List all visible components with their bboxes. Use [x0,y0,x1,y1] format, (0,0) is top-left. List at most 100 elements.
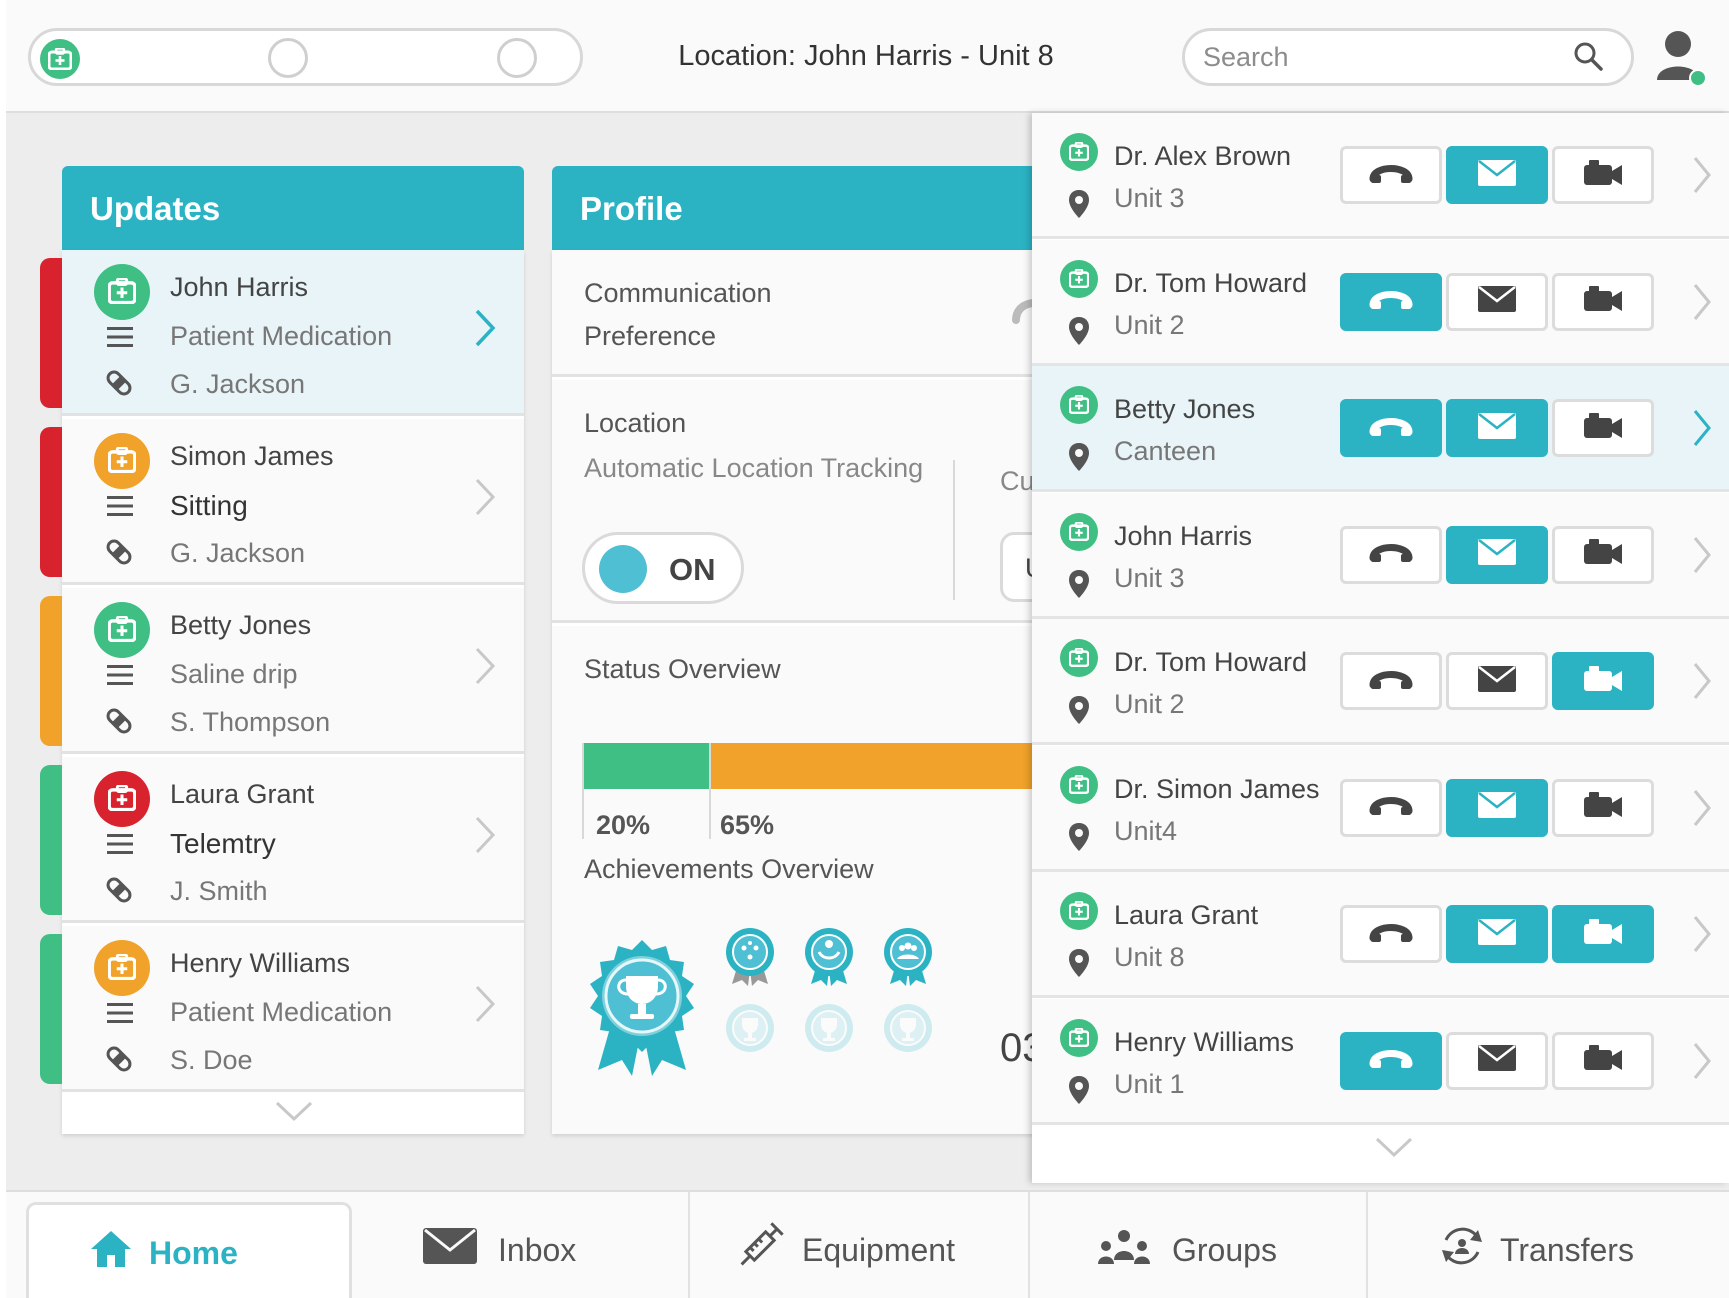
contact-row[interactable]: John Harris Unit 3 [1032,492,1729,619]
contact-row[interactable]: Betty Jones Canteen [1032,366,1729,492]
top-bar: Location: John Harris - Unit 8 [6,0,1729,113]
message-button[interactable] [1446,146,1548,204]
medical-kit-icon [1060,133,1098,171]
chevron-right-icon[interactable] [1692,1041,1712,1086]
trophy-badge-icon[interactable] [580,938,704,1083]
update-item[interactable]: Simon James Sitting G. Jackson [40,419,524,585]
nav-transfers[interactable]: Transfers [1368,1192,1729,1298]
update-patient-name: John Harris [170,272,309,302]
contact-location: Unit 3 [1114,183,1185,213]
chevron-right-icon[interactable] [1692,661,1712,706]
user-avatar-icon[interactable] [1654,28,1708,88]
video-camera-icon [1583,285,1623,318]
call-button[interactable] [1340,778,1442,837]
profile-panel: Profile Communication Preference Locatio… [552,166,1112,1136]
video-call-button[interactable] [1552,1031,1654,1090]
call-button[interactable] [1340,146,1442,204]
list-icon [107,664,133,691]
chevron-right-icon[interactable] [1692,408,1712,453]
medal-badge-icon[interactable] [724,926,776,991]
location-pin-icon [1068,442,1090,477]
priority-bar [40,934,62,1084]
divider [709,743,711,839]
contact-row[interactable]: Dr. Alex Brown Unit 3 [1032,113,1729,239]
contacts-panel: Dr. Alex Brown Unit 3 Dr. Tom Howard Unit 2… [1032,113,1729,1183]
nav-home-label: Home [149,1235,238,1271]
location-section: Location Automatic Location Tracking ON … [552,380,1112,623]
medical-kit-icon [94,602,150,658]
video-call-button[interactable] [1552,399,1654,457]
message-button[interactable] [1446,778,1548,837]
update-staff: S. Doe [170,1045,253,1075]
video-call-button[interactable] [1552,146,1654,204]
phone-icon [1369,793,1413,822]
message-button[interactable] [1446,525,1548,584]
status-green-segment [582,743,709,789]
phone-icon [1369,414,1413,443]
call-button[interactable] [1340,399,1442,457]
nav-inbox[interactable]: Inbox [352,1192,690,1298]
location-tracking-toggle[interactable]: ON [582,532,744,604]
message-button[interactable] [1446,652,1548,710]
update-patient-name: Henry Williams [170,948,351,978]
contact-row[interactable]: Dr. Tom Howard Unit 2 [1032,619,1729,745]
nav-groups[interactable]: Groups [1030,1192,1368,1298]
video-call-button[interactable] [1552,652,1654,710]
call-button[interactable] [1340,1031,1442,1090]
chevron-right-icon[interactable] [1692,535,1712,580]
update-item[interactable]: John Harris Patient Medication G. Jackso… [40,250,524,416]
update-item[interactable]: Laura Grant Telemtry J. Smith [40,757,524,923]
communication-section[interactable]: Communication Preference [552,250,1112,377]
chevron-down-icon[interactable] [1374,1136,1414,1163]
contact-row[interactable]: Laura Grant Unit 8 [1032,872,1729,998]
chevron-right-icon[interactable] [474,646,496,691]
phone-icon [1369,161,1413,190]
mode-option-3[interactable] [497,38,537,78]
medal-badge-icon[interactable] [882,1002,934,1067]
video-call-button[interactable] [1552,905,1654,963]
chevron-right-icon[interactable] [474,815,496,860]
call-button[interactable] [1340,652,1442,710]
contact-row[interactable]: Henry Williams Unit 1 [1032,998,1729,1125]
message-button[interactable] [1446,1031,1548,1090]
medical-kit-icon [94,433,150,489]
chevron-right-icon[interactable] [1692,282,1712,327]
video-call-button[interactable] [1552,272,1654,331]
medal-badge-icon[interactable] [803,926,855,991]
mode-selector[interactable] [28,28,583,86]
chevron-right-icon[interactable] [1692,788,1712,833]
call-button[interactable] [1340,272,1442,331]
mail-icon [1477,918,1517,951]
medal-badge-icon[interactable] [803,1002,855,1067]
message-button[interactable] [1446,905,1548,963]
contact-row[interactable]: Dr. Simon James Unit4 [1032,745,1729,872]
call-button[interactable] [1340,525,1442,584]
location-pin-icon [1068,1075,1090,1110]
message-button[interactable] [1446,399,1548,457]
chevron-right-icon[interactable] [1692,155,1712,200]
search-input[interactable] [1203,39,1543,75]
medical-kit-icon[interactable] [40,39,80,79]
video-call-button[interactable] [1552,525,1654,584]
nav-home[interactable]: Home [26,1202,352,1298]
search-icon[interactable] [1573,41,1603,76]
video-call-button[interactable] [1552,778,1654,837]
update-item[interactable]: Betty Jones Saline drip S. Thompson [40,588,524,754]
contact-name: Henry Williams [1114,1026,1295,1057]
call-button[interactable] [1340,905,1442,963]
medical-kit-icon [1060,259,1098,298]
update-item[interactable]: Henry Williams Patient Medication S. Doe [40,926,524,1092]
bandage-icon [104,1044,134,1079]
medal-badge-icon[interactable] [724,1002,776,1067]
chevron-right-icon[interactable] [474,308,496,353]
message-button[interactable] [1446,272,1548,331]
nav-equipment[interactable]: Equipment [690,1192,1030,1298]
chevron-right-icon[interactable] [1692,914,1712,959]
search-box[interactable] [1182,28,1634,86]
chevron-right-icon[interactable] [474,477,496,522]
chevron-down-icon[interactable] [274,1100,314,1127]
chevron-right-icon[interactable] [474,984,496,1029]
medal-badge-icon[interactable] [882,926,934,991]
mode-option-2[interactable] [268,38,308,78]
contact-row[interactable]: Dr. Tom Howard Unit 2 [1032,239,1729,366]
